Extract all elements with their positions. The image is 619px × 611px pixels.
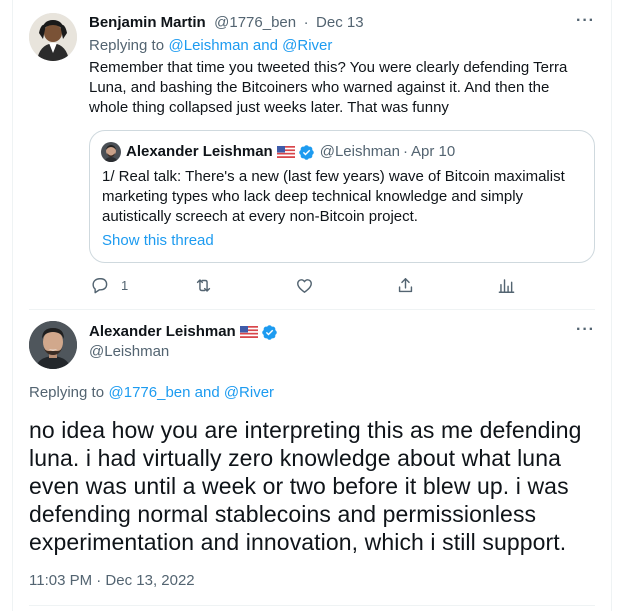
more-icon[interactable]: ··· (576, 321, 595, 339)
verified-badge-icon (298, 144, 314, 160)
main-text-line: luna. i had virtually zero knowledge abo… (29, 445, 561, 471)
replying-to-targets[interactable]: @1776_ben and @River (109, 384, 275, 401)
analytics-icon (498, 279, 515, 293)
reply-replying-to: Replying to @Leishman and @River (89, 36, 332, 56)
quoted-date: Apr 10 (411, 143, 456, 160)
reply-date[interactable]: Dec 13 (316, 14, 364, 31)
replying-to-prefix: Replying to (89, 37, 165, 54)
main-tweet-header: Alexander Leishman (89, 322, 278, 342)
quoted-tweet-card[interactable]: Alexander Leishman @Leishman · Apr 10 1/… (89, 130, 595, 263)
reply-button[interactable]: 1 (90, 276, 128, 295)
quoted-author-name: Alexander Leishman (126, 143, 273, 160)
reply-author-handle[interactable]: @1776_ben (214, 14, 296, 31)
more-icon[interactable]: ··· (576, 12, 595, 30)
avatar-benjamin-martin[interactable] (29, 13, 77, 61)
reply-tweet-header: Benjamin Martin @1776_ben · Dec 13 (89, 13, 364, 33)
main-author-name[interactable]: Alexander Leishman (89, 322, 236, 342)
main-author-handle[interactable]: @Leishman (89, 342, 169, 362)
show-thread-link[interactable]: Show this thread (102, 231, 214, 251)
verified-badge-icon[interactable] (261, 324, 278, 341)
quoted-author-handle: @Leishman (319, 143, 400, 160)
quoted-text-line: autistically screech at every non-Bitcoi… (102, 208, 418, 225)
share-icon (398, 278, 413, 293)
like-icon (297, 279, 312, 293)
retweet-button[interactable] (194, 276, 213, 295)
replying-to-targets[interactable]: @Leishman and @River (169, 37, 333, 54)
quoted-text-line: 1/ Real talk: There's a new (last few ye… (102, 168, 565, 185)
main-text-line: no idea how you are interpreting this as… (29, 417, 582, 443)
separator-dot: · (303, 14, 309, 31)
separator-dot: · (403, 143, 408, 160)
like-button[interactable] (295, 276, 314, 295)
user-avatar-icon (101, 142, 121, 162)
reply-text-line: whole thing collapsed just weeks later. … (89, 99, 449, 116)
avatar-alexander-leishman[interactable] (29, 321, 77, 369)
reply-icon (92, 278, 108, 294)
reply-tweet-text: Remember that time you tweeted this? You… (89, 58, 599, 118)
quoted-text-line: marketing types who lack deep technical … (102, 188, 524, 205)
reply-author-name[interactable]: Benjamin Martin (89, 14, 206, 31)
user-avatar-icon (29, 321, 77, 369)
reply-text-line: Remember that time you tweeted this? You… (89, 59, 568, 76)
quoted-avatar[interactable] (101, 142, 121, 162)
reply-count: 1 (121, 278, 129, 293)
us-flag-icon (276, 146, 295, 158)
replying-to-prefix: Replying to (29, 384, 105, 401)
quoted-tweet-text: 1/ Real talk: There's a new (last few ye… (102, 167, 588, 227)
quoted-tweet-header: Alexander Leishman @Leishman · Apr 10 (101, 142, 455, 162)
main-text-line: experimentation and innovation, which i … (29, 529, 567, 555)
analytics-button[interactable] (497, 276, 516, 295)
tweet-timestamp[interactable]: 11:03 PM · Dec 13, 2022 (29, 571, 195, 591)
main-text-line: even was until a week or two before it b… (29, 473, 569, 499)
tweet-divider (29, 309, 595, 310)
share-button[interactable] (396, 276, 415, 295)
retweet-icon (196, 279, 211, 292)
reply-text-line: Luna, and bashing the Bitcoiners who war… (89, 79, 550, 96)
main-replying-to: Replying to @1776_ben and @River (29, 383, 274, 403)
us-flag-icon (239, 326, 258, 338)
main-tweet-text: no idea how you are interpreting this as… (29, 416, 604, 556)
tweet-divider (29, 605, 595, 606)
main-text-line: defending normal stablecoins and permiss… (29, 501, 537, 527)
user-avatar-icon (29, 13, 77, 61)
